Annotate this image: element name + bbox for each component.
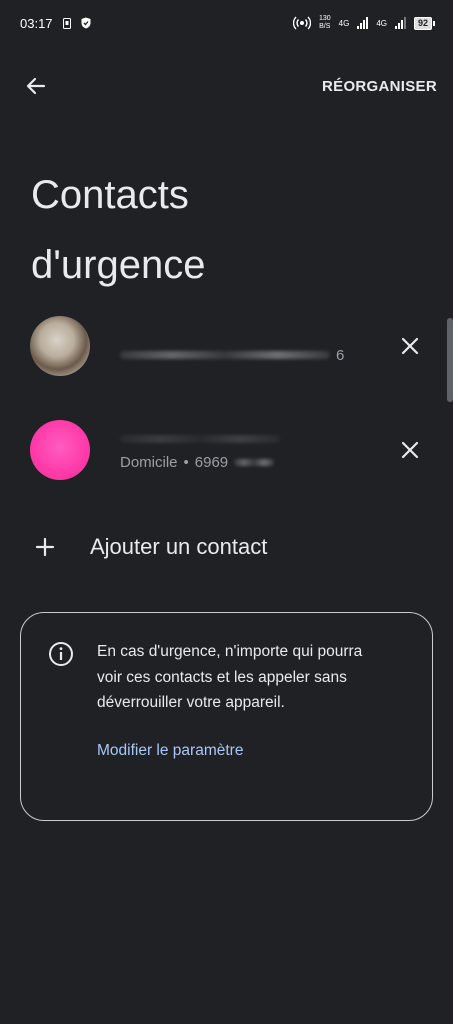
network-type-2: 4G xyxy=(376,18,387,28)
sim-card-icon xyxy=(62,17,71,29)
status-time: 03:17 xyxy=(20,15,53,31)
status-bar: 03:17 130 B/S 4G 4G 92 xyxy=(0,0,453,46)
page-title-line-1: Contacts xyxy=(31,173,189,217)
contact-detail-redacted: 6 xyxy=(120,347,394,364)
info-card: En cas d'urgence, n'importe qui pourra v… xyxy=(20,612,433,821)
shield-icon xyxy=(81,17,91,29)
network-speed-unit: B/S xyxy=(319,23,331,30)
add-contact-label: Ajouter un contact xyxy=(90,534,268,559)
top-app-bar: RÉORGANISER xyxy=(0,62,453,110)
reorganize-button[interactable]: RÉORGANISER xyxy=(322,78,437,95)
contact-item[interactable]: 6 xyxy=(30,314,430,378)
signal-strength-1-icon xyxy=(357,17,369,29)
remove-contact-button[interactable] xyxy=(394,434,426,466)
contact-separator: • xyxy=(183,453,189,471)
contact-avatar xyxy=(30,316,90,376)
hotspot-icon xyxy=(292,16,311,30)
signal-strength-2-icon xyxy=(394,17,406,29)
page-title: Contacts d'urgence xyxy=(31,160,421,300)
contact-detail: Domicile • 6969 xyxy=(120,454,394,471)
network-speed-value: 130 xyxy=(318,15,331,22)
contact-name-redacted xyxy=(120,430,394,448)
modify-setting-link[interactable]: Modifier le paramètre xyxy=(97,742,243,760)
info-icon xyxy=(47,640,75,668)
close-icon xyxy=(401,441,419,459)
arrow-back-icon xyxy=(26,77,46,95)
contact-avatar xyxy=(30,420,90,480)
contact-number-partial: 6969 xyxy=(194,453,229,471)
remove-contact-button[interactable] xyxy=(394,330,426,362)
back-button[interactable] xyxy=(22,72,50,100)
battery-level: 92 xyxy=(413,16,432,30)
network-type-1: 4G xyxy=(338,18,350,28)
scrollbar[interactable] xyxy=(447,318,453,402)
plus-icon xyxy=(34,536,56,558)
contact-detail-suffix: 6 xyxy=(336,346,345,364)
page-title-line-2: d'urgence xyxy=(31,243,206,287)
info-text: En cas d'urgence, n'importe qui pourra v… xyxy=(97,643,363,711)
network-speed: 130 B/S xyxy=(319,15,331,31)
contact-label: Domicile xyxy=(120,453,178,471)
battery-icon: 92 xyxy=(413,16,435,30)
close-icon xyxy=(401,337,419,355)
contact-item[interactable]: Domicile • 6969 xyxy=(30,418,430,482)
add-contact-button[interactable]: Ajouter un contact xyxy=(34,526,424,568)
